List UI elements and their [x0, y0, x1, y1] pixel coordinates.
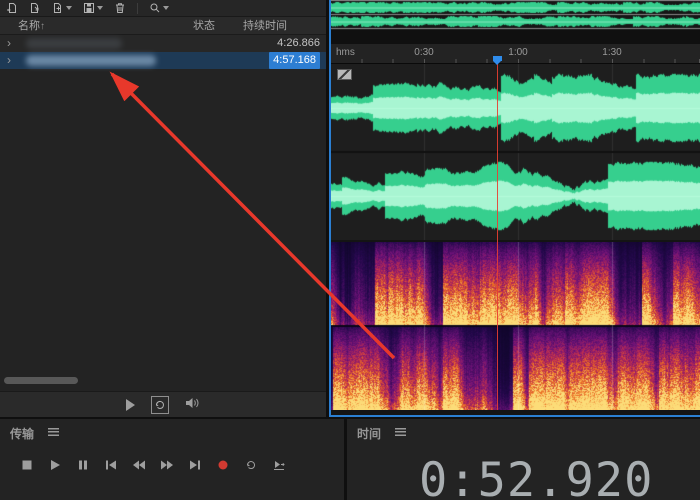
- fast-forward-icon: [161, 460, 173, 469]
- file-duration: 4:26.866: [277, 37, 320, 49]
- expand-chevron-icon[interactable]: ›: [7, 52, 11, 69]
- stop-button[interactable]: [18, 458, 36, 471]
- speaker-icon: [186, 397, 199, 408]
- rewind-button[interactable]: [130, 458, 148, 471]
- playhead-handle[interactable]: [493, 56, 502, 65]
- file-duration: 4:57.168: [269, 52, 320, 69]
- files-bottom-toolbar: [0, 391, 326, 417]
- time-panel: 时间 0:52.920: [347, 419, 700, 500]
- timeline-tick-label: 1:30: [602, 47, 622, 58]
- waveform-canvas[interactable]: [331, 64, 700, 240]
- timeline-tick-label: 0:30: [414, 47, 434, 58]
- spectrogram-canvas[interactable]: [331, 242, 700, 410]
- stop-icon: [22, 460, 32, 469]
- scrollbar-thumb[interactable]: [4, 377, 78, 384]
- import-file-button[interactable]: [6, 2, 18, 14]
- column-name-label: 名称: [18, 20, 40, 32]
- new-content-button[interactable]: [52, 2, 72, 14]
- rewind-icon: [133, 460, 145, 469]
- skip-selection-button[interactable]: [270, 458, 288, 471]
- search-icon: [150, 3, 160, 13]
- play-icon[interactable]: [126, 398, 135, 411]
- loop-icon: [155, 400, 164, 409]
- chevron-down-icon: [66, 6, 72, 10]
- column-status[interactable]: 状态: [193, 17, 215, 35]
- file-row-selected[interactable]: › 4:57.168: [0, 52, 326, 69]
- current-time-display[interactable]: 0:52.920: [419, 453, 653, 500]
- save-button[interactable]: [83, 2, 103, 14]
- column-duration[interactable]: 持续时间: [243, 17, 287, 35]
- waveform-editor-panel: hms 0:30 1:00 1:30: [329, 0, 700, 417]
- timeline-unit-label: hms: [336, 47, 355, 58]
- panel-menu-icon[interactable]: [48, 428, 59, 436]
- delete-button[interactable]: [114, 2, 126, 14]
- save-icon: [84, 3, 94, 13]
- loop-toggle-button[interactable]: [151, 395, 169, 414]
- open-file-button[interactable]: [29, 2, 41, 14]
- chevron-down-icon: [97, 6, 103, 10]
- toolbar-divider: [137, 2, 138, 14]
- file-name-redacted: [26, 55, 156, 66]
- overview-navigator-canvas[interactable]: [331, 0, 700, 30]
- transport-buttons: [18, 458, 288, 471]
- go-to-start-button[interactable]: [102, 458, 120, 471]
- go-to-end-button[interactable]: [186, 458, 204, 471]
- file-row[interactable]: › 4:26.866: [0, 35, 326, 52]
- sort-ascending-icon: ↑: [40, 21, 45, 32]
- transport-panel-title: 传输: [10, 427, 35, 441]
- transport-panel: 传输: [0, 419, 344, 500]
- audition-app: 名称↑ 状态 持续时间 › 4:26.866 › 4:57.168 hms 0:…: [0, 0, 700, 500]
- loop-playback-button[interactable]: [242, 458, 260, 471]
- loop-icon: [247, 460, 255, 469]
- skip-to-start-icon: [106, 460, 116, 469]
- panel-menu-icon[interactable]: [395, 428, 406, 436]
- clip-badge-icon[interactable]: [337, 69, 352, 80]
- column-name[interactable]: 名称↑: [18, 17, 45, 36]
- speaker-button[interactable]: [185, 396, 200, 414]
- chevron-down-icon: [163, 6, 169, 10]
- file-name-redacted: [26, 38, 122, 49]
- open-file-icon: [31, 3, 39, 13]
- horizontal-scrollbar: [4, 377, 154, 384]
- import-file-icon: [7, 3, 16, 13]
- fast-forward-button[interactable]: [158, 458, 176, 471]
- new-file-icon: [54, 3, 61, 13]
- record-button[interactable]: [214, 458, 232, 471]
- files-column-header: 名称↑ 状态 持续时间: [0, 17, 326, 35]
- pause-icon: [79, 460, 87, 469]
- files-panel: 名称↑ 状态 持续时间 › 4:26.866 › 4:57.168: [0, 0, 326, 417]
- search-button[interactable]: [149, 2, 169, 14]
- timeline-tick-label: 1:00: [508, 47, 528, 58]
- skip-to-end-icon: [190, 460, 200, 469]
- play-icon: [51, 459, 60, 470]
- playhead-line[interactable]: [497, 56, 498, 410]
- files-toolbar: [0, 0, 326, 17]
- time-panel-title: 时间: [357, 427, 382, 441]
- timeline-ruler[interactable]: hms 0:30 1:00 1:30: [331, 44, 700, 65]
- trash-icon: [116, 3, 124, 13]
- pause-button[interactable]: [74, 458, 92, 471]
- editor-divider: [331, 30, 700, 44]
- play-button[interactable]: [46, 458, 64, 471]
- skip-selection-icon: [274, 460, 285, 470]
- record-icon: [218, 460, 228, 469]
- expand-chevron-icon[interactable]: ›: [7, 35, 11, 52]
